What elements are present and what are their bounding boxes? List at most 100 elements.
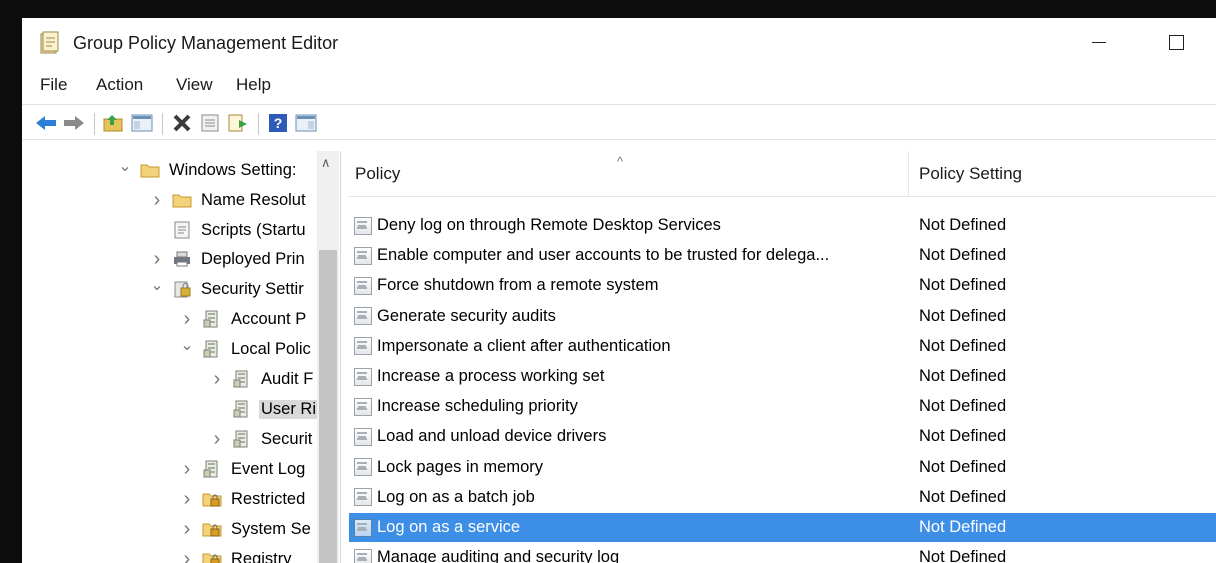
list-header: Policy ^ Policy Setting bbox=[349, 151, 1216, 197]
column-header-policy-setting[interactable]: Policy Setting bbox=[909, 151, 1216, 197]
tree-item[interactable]: › Account P bbox=[178, 304, 308, 334]
background-console bbox=[0, 0, 22, 563]
tree-item[interactable]: ⌄ Local Polic bbox=[178, 334, 313, 364]
tree-item-label: Scripts (Startu bbox=[201, 220, 306, 239]
policy-setting-icon bbox=[353, 487, 373, 507]
tree-item[interactable]: ⌄ Windows Setting: bbox=[116, 155, 298, 185]
policy-list: Policy ^ Policy Setting Deny log on thro… bbox=[349, 151, 1216, 563]
column-header-policy[interactable]: Policy ^ bbox=[349, 151, 909, 197]
chevron-right-icon[interactable]: › bbox=[178, 488, 196, 511]
show-hide-tree-button[interactable] bbox=[130, 111, 154, 135]
policy-setting-value: Not Defined bbox=[919, 216, 1007, 234]
policy-row[interactable]: Generate security audits Not Defined bbox=[349, 302, 1216, 331]
chevron-right-icon[interactable]: › bbox=[208, 428, 226, 451]
tree-item[interactable]: › Restricted bbox=[178, 484, 307, 514]
policy-cell: Increase scheduling priority bbox=[353, 397, 909, 417]
menu-view[interactable]: View bbox=[176, 75, 213, 95]
back-arrow-icon bbox=[36, 116, 56, 130]
minimize-button[interactable] bbox=[1076, 26, 1122, 58]
tree-item[interactable]: › Deployed Prin bbox=[148, 244, 307, 274]
help-button[interactable]: ? bbox=[266, 111, 290, 135]
export-list-icon bbox=[228, 114, 247, 132]
tree-scrollbar[interactable]: ∧ bbox=[317, 151, 339, 563]
policy-cell: Deny log on through Remote Desktop Servi… bbox=[353, 216, 909, 236]
export-list-button[interactable] bbox=[226, 111, 250, 135]
policy-setting-value: Not Defined bbox=[919, 548, 1007, 563]
delete-icon bbox=[173, 114, 191, 132]
forward-button[interactable] bbox=[62, 111, 86, 135]
policy-name: Impersonate a client after authenticatio… bbox=[377, 336, 671, 355]
policy-cell: Generate security audits bbox=[353, 306, 909, 326]
tree-item[interactable]: ⌄ Security Settir bbox=[148, 274, 306, 304]
tree-item[interactable]: › Securit bbox=[208, 424, 314, 454]
delete-button[interactable] bbox=[170, 111, 194, 135]
policy-row[interactable]: Force shutdown from a remote system Not D… bbox=[349, 271, 1216, 300]
chevron-right-icon[interactable]: › bbox=[178, 518, 196, 541]
policy-name: Force shutdown from a remote system bbox=[377, 276, 659, 295]
policy-cell: Load and unload device drivers bbox=[353, 427, 909, 447]
tree-item[interactable]: User Ri bbox=[208, 394, 319, 424]
policy-cell: Increase a process working set bbox=[353, 367, 909, 387]
policy-setting-icon bbox=[353, 276, 373, 296]
chevron-right-icon[interactable]: › bbox=[148, 248, 166, 271]
chevron-down-icon[interactable]: ⌄ bbox=[148, 275, 166, 295]
scroll-up-icon[interactable]: ∧ bbox=[321, 155, 331, 171]
policy-row[interactable]: Enable computer and user accounts to be … bbox=[349, 241, 1216, 270]
tree-item[interactable]: › System Se bbox=[178, 514, 313, 544]
policy-cell: Force shutdown from a remote system bbox=[353, 276, 909, 296]
menu-action[interactable]: Action bbox=[96, 75, 143, 95]
policy-name: Manage auditing and security log bbox=[377, 548, 620, 563]
policy-row[interactable]: Manage auditing and security log Not Defi… bbox=[349, 543, 1216, 563]
policy-name: Log on as a service bbox=[377, 518, 521, 536]
chevron-down-icon[interactable]: ⌄ bbox=[178, 335, 196, 355]
menu-help[interactable]: Help bbox=[236, 75, 271, 95]
chevron-right-icon[interactable]: › bbox=[178, 458, 196, 481]
policy-icon bbox=[232, 399, 252, 419]
tree-item[interactable]: › Name Resolut bbox=[148, 185, 308, 215]
gpme-window: Group Policy Management Editor File Acti… bbox=[22, 18, 1216, 563]
policy-setting-icon bbox=[353, 306, 373, 326]
chevron-right-icon[interactable]: › bbox=[208, 368, 226, 391]
back-button[interactable] bbox=[34, 111, 58, 135]
policy-row[interactable]: Deny log on through Remote Desktop Servi… bbox=[349, 211, 1216, 240]
policy-setting-value: Not Defined bbox=[919, 246, 1007, 265]
menu-file[interactable]: File bbox=[40, 75, 67, 95]
policy-row[interactable]: Load and unload device drivers Not Define… bbox=[349, 422, 1216, 451]
maximize-button[interactable] bbox=[1153, 26, 1199, 58]
chevron-down-icon[interactable]: ⌄ bbox=[116, 156, 134, 176]
chevron-right-icon[interactable]: › bbox=[178, 308, 196, 331]
tree-item-label: System Se bbox=[231, 519, 311, 538]
policy-name: Increase scheduling priority bbox=[377, 397, 578, 416]
minimize-icon bbox=[1092, 41, 1106, 43]
lock-folder-icon bbox=[202, 519, 222, 539]
chevron-right-icon[interactable]: › bbox=[178, 548, 196, 563]
tree-item[interactable]: › Audit F bbox=[208, 364, 315, 394]
policy-row[interactable]: Increase a process working set Not Define… bbox=[349, 362, 1216, 391]
chevron-right-icon[interactable]: › bbox=[148, 189, 166, 212]
tree-item-label: Name Resolut bbox=[201, 190, 306, 209]
console-tree: ⌄ Windows Setting: › Name Resolut Scripts (… bbox=[30, 151, 341, 563]
tree-item[interactable]: Scripts (Startu bbox=[148, 215, 308, 245]
scrollbar-thumb[interactable] bbox=[319, 250, 337, 563]
maximize-icon bbox=[1168, 34, 1184, 50]
printer-icon bbox=[172, 249, 192, 269]
policy-row[interactable]: Log on as a batch job Not Defined bbox=[349, 483, 1216, 512]
up-folder-icon bbox=[103, 115, 123, 132]
policy-icon bbox=[202, 339, 222, 359]
policy-row[interactable]: Impersonate a client after authenticatio… bbox=[349, 332, 1216, 361]
tree-item[interactable]: › Registry bbox=[178, 544, 294, 563]
policy-setting-value: Not Defined bbox=[919, 367, 1007, 385]
show-action-pane-button[interactable] bbox=[294, 111, 318, 135]
tree-item-label: Securit bbox=[261, 429, 313, 448]
policy-row[interactable]: Lock pages in memory Not Defined bbox=[349, 453, 1216, 482]
policy-row[interactable]: Log on as a service Not Defined bbox=[349, 513, 1216, 542]
tree-item[interactable]: › Event Log bbox=[178, 454, 307, 484]
up-one-level-button[interactable] bbox=[102, 111, 126, 135]
show-hide-tree-icon bbox=[131, 114, 153, 132]
policy-icon bbox=[232, 429, 252, 449]
policy-cell: Impersonate a client after authenticatio… bbox=[353, 336, 909, 356]
properties-button[interactable] bbox=[198, 111, 222, 135]
policy-setting-value: Not Defined bbox=[919, 427, 1007, 446]
policy-setting-value: Not Defined bbox=[919, 457, 1007, 476]
policy-row[interactable]: Increase scheduling priority Not Defined bbox=[349, 392, 1216, 421]
